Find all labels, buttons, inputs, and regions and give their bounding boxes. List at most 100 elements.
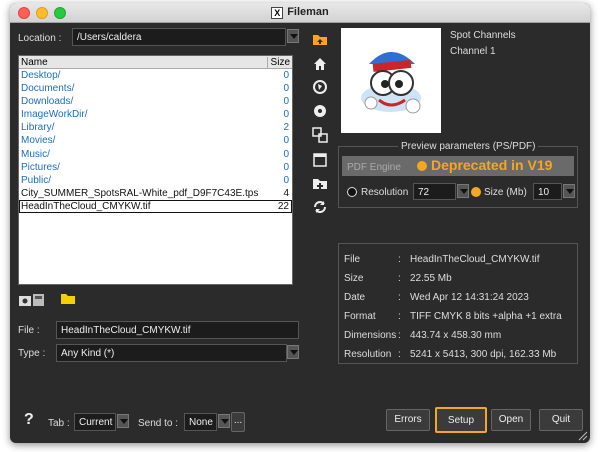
screen-icon[interactable] — [312, 152, 328, 168]
size-radio[interactable] — [471, 187, 481, 197]
folder-row[interactable]: Downloads/0 — [19, 95, 292, 108]
column-size-header[interactable]: Size — [266, 57, 290, 68]
folder-row[interactable]: Movies/0 — [19, 134, 292, 147]
tab-label: Tab : — [48, 418, 70, 429]
send-to-more-button[interactable]: ... — [231, 412, 245, 432]
file-label: File : — [18, 325, 40, 336]
help-button[interactable]: ? — [24, 411, 34, 429]
folder-row[interactable]: Music/0 — [19, 148, 292, 161]
row-name: Documents/ — [21, 83, 75, 95]
type-label: Type : — [18, 348, 46, 359]
row-size: 0 — [283, 96, 289, 108]
drives-icon[interactable] — [18, 292, 46, 308]
folder-row[interactable]: Pictures/0 — [19, 161, 292, 174]
new-folder-icon[interactable] — [312, 175, 328, 191]
info-key: Size — [344, 273, 364, 284]
row-name: Movies/ — [21, 135, 56, 147]
row-name: ImageWorkDir/ — [21, 109, 88, 121]
folder-row[interactable]: Desktop/0 — [19, 69, 292, 82]
window-title-text: Fileman — [287, 6, 329, 18]
send-to-dropdown-button[interactable] — [218, 414, 230, 428]
tab-dropdown-button[interactable] — [117, 414, 129, 428]
pdf-engine-radio[interactable] — [417, 161, 427, 171]
folder-row[interactable]: ImageWorkDir/0 — [19, 108, 292, 121]
file-list[interactable]: Name Size Desktop/0 Documents/0 Downloads/… — [18, 55, 293, 285]
info-key: Format — [344, 311, 376, 322]
row-size: 0 — [283, 70, 289, 81]
row-size: 0 — [283, 148, 289, 160]
window-title: X Fileman — [10, 6, 590, 19]
send-to-select[interactable]: None — [184, 413, 217, 431]
row-name: HeadInTheCloud_CMYKW.tif — [21, 200, 151, 212]
fileman-window: X Fileman Location : /Users/caldera Name … — [10, 3, 590, 443]
info-separator: : — [398, 273, 401, 284]
preview-thumbnail — [341, 28, 441, 133]
info-value: 22.55 Mb — [410, 273, 452, 284]
info-separator: : — [398, 311, 401, 322]
row-name: Music/ — [21, 148, 50, 160]
pdf-engine-option[interactable]: Deprecated in V19 — [431, 157, 552, 173]
network-globe-icon[interactable] — [312, 79, 328, 95]
size-mb-field[interactable]: 10 — [533, 183, 562, 200]
resolution-radio[interactable] — [347, 187, 357, 197]
row-size: 22 — [277, 200, 289, 212]
disc-icon[interactable] — [312, 103, 328, 119]
row-size: 0 — [283, 109, 289, 121]
file-list-header: Name Size — [19, 56, 292, 69]
copy-files-icon[interactable] — [312, 127, 328, 143]
info-value: TIFF CMYK 8 bits +alpha +1 extra — [410, 311, 562, 322]
resolution-label: Resolution — [361, 187, 409, 198]
caldera-mascot-image — [361, 52, 421, 114]
row-name: Desktop/ — [21, 70, 61, 81]
tab-select[interactable]: Current — [74, 413, 116, 431]
row-size: 0 — [283, 161, 289, 173]
row-name: Library/ — [21, 122, 55, 134]
spot-channel-item[interactable]: Channel 1 — [450, 46, 496, 57]
setup-button[interactable]: Setup — [435, 407, 487, 433]
row-size: 0 — [283, 174, 289, 186]
folder-icon[interactable] — [60, 291, 76, 305]
folder-row[interactable]: Documents/0 — [19, 82, 292, 95]
info-value: HeadInTheCloud_CMYKW.tif — [410, 254, 540, 265]
resize-grip-icon[interactable] — [578, 431, 588, 441]
location-field[interactable]: /Users/caldera — [72, 28, 286, 46]
folder-row[interactable]: Public/0 — [19, 174, 292, 187]
file-row[interactable]: HeadInTheCloud_CMYKW.tif 22 — [19, 199, 292, 214]
refresh-icon[interactable] — [312, 199, 328, 215]
title-bar: X Fileman — [10, 3, 590, 23]
info-separator: : — [398, 349, 401, 360]
row-name: Public/ — [21, 174, 52, 186]
folder-up-icon[interactable] — [312, 31, 328, 47]
resolution-dropdown-button[interactable] — [457, 184, 469, 198]
info-separator: : — [398, 330, 401, 341]
app-logo-icon: X — [271, 7, 284, 19]
row-name: City_SUMMER_SpotsRAL-White_pdf_D9F7C43E.… — [21, 187, 259, 199]
info-key: Date — [344, 292, 366, 303]
quit-button[interactable]: Quit — [539, 409, 583, 431]
info-key: File — [344, 254, 361, 265]
type-dropdown-button[interactable] — [287, 345, 299, 359]
tab-label-text: Tab — [48, 418, 65, 429]
info-separator: : — [398, 254, 401, 265]
file-name-field[interactable]: HeadInTheCloud_CMYKW.tif — [56, 321, 299, 339]
file-list-rows: Desktop/0 Documents/0 Downloads/0 ImageWork… — [19, 69, 292, 214]
info-value: 5241 x 5413, 300 dpi, 162.33 Mb — [410, 349, 557, 360]
send-to-label: Send to : — [138, 418, 179, 429]
errors-button[interactable]: Errors — [386, 409, 430, 431]
spot-channels-title: Spot Channels — [450, 30, 516, 41]
folder-row[interactable]: Library/2 — [19, 121, 292, 134]
pdf-engine-label: PDF Engine — [347, 162, 401, 173]
home-icon[interactable] — [312, 56, 328, 72]
file-row[interactable]: City_SUMMER_SpotsRAL-White_pdf_D9F7C43E.… — [19, 187, 292, 200]
row-size: 4 — [283, 187, 289, 199]
preview-parameters-title: Preview parameters (PS/PDF) — [398, 141, 539, 152]
location-dropdown-button[interactable] — [287, 29, 299, 43]
row-size: 0 — [283, 83, 289, 95]
size-mb-dropdown-button[interactable] — [563, 184, 575, 198]
row-name: Pictures/ — [21, 161, 60, 173]
open-button[interactable]: Open — [491, 409, 531, 431]
type-select[interactable]: Any Kind (*) — [56, 344, 287, 362]
column-name-header[interactable]: Name — [21, 57, 48, 68]
file-label-text: File — [18, 325, 35, 336]
resolution-field[interactable]: 72 — [413, 183, 456, 200]
